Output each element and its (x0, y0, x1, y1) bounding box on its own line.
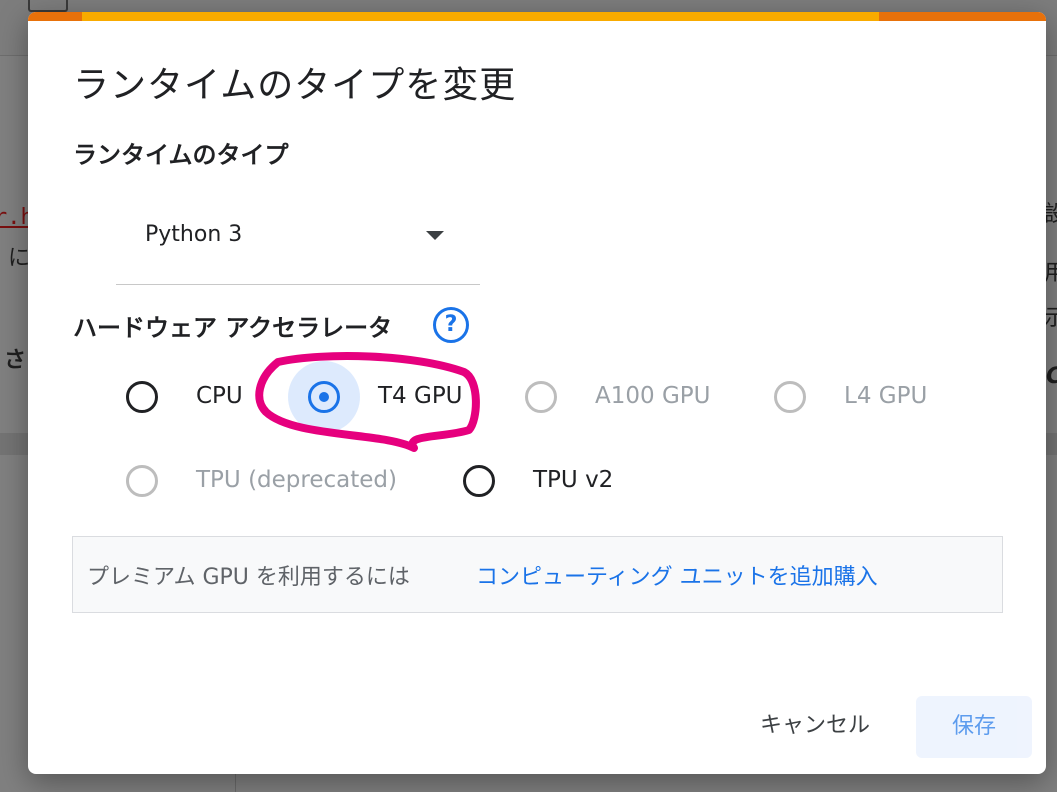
dialog-progress-bar (28, 12, 1046, 21)
background-right-glyph-4: C (1046, 364, 1057, 389)
accelerator-option-label: T4 GPU (378, 383, 463, 409)
radio-button-icon (463, 465, 495, 497)
dropdown-arrow-icon (426, 231, 444, 240)
radio-button-icon (126, 381, 158, 413)
runtime-type-label: ランタイムのタイプ (73, 141, 289, 169)
accelerator-option-label: TPU v2 (533, 467, 614, 493)
save-button[interactable]: 保存 (916, 696, 1032, 758)
background-square-icon (28, 0, 68, 12)
radio-selected-dot (319, 392, 329, 402)
accelerator-option-cpu[interactable]: CPU (126, 374, 266, 424)
buy-compute-units-link[interactable]: コンピューティング ユニットを追加購入 (476, 559, 878, 591)
radio-button-disabled-icon (525, 381, 557, 413)
help-icon[interactable]: ? (433, 307, 469, 343)
accelerator-option-tpu-v2[interactable]: TPU v2 (463, 458, 633, 508)
premium-gpu-info-box: プレミアム GPU を利用するには コンピューティング ユニットを追加購入 (72, 536, 1003, 613)
runtime-type-select-value: Python 3 (145, 222, 243, 247)
dialog-progress-fill (82, 12, 879, 21)
radio-button-selected-icon (308, 381, 340, 413)
accelerator-option-a100-gpu[interactable]: A100 GPU (525, 374, 725, 424)
accelerator-option-l4-gpu[interactable]: L4 GPU (774, 374, 944, 424)
runtime-type-select[interactable]: Python 3 (116, 204, 480, 285)
change-runtime-type-dialog: ランタイムのタイプを変更 ランタイムのタイプ Python 3 ハードウェア ア… (28, 12, 1046, 774)
radio-button-disabled-icon (774, 381, 806, 413)
accelerator-option-label: A100 GPU (595, 383, 711, 409)
premium-gpu-info-text: プレミアム GPU を利用するには (87, 565, 410, 590)
background-text-sa: さ (4, 348, 27, 373)
accelerator-option-label: CPU (196, 383, 243, 409)
accelerator-option-tpu-deprecated[interactable]: TPU (deprecated) (126, 458, 416, 508)
accelerator-option-t4-gpu[interactable]: T4 GPU (288, 361, 488, 433)
radio-button-disabled-icon (126, 465, 158, 497)
background-text-ni: に (8, 246, 31, 271)
hardware-accelerator-label: ハードウェア アクセラレータ (73, 314, 393, 342)
accelerator-option-label: TPU (deprecated) (196, 467, 397, 493)
accelerator-option-label: L4 GPU (844, 383, 928, 409)
dialog-title: ランタイムのタイプを変更 (73, 65, 517, 106)
cancel-button[interactable]: キャンセル (740, 696, 890, 756)
